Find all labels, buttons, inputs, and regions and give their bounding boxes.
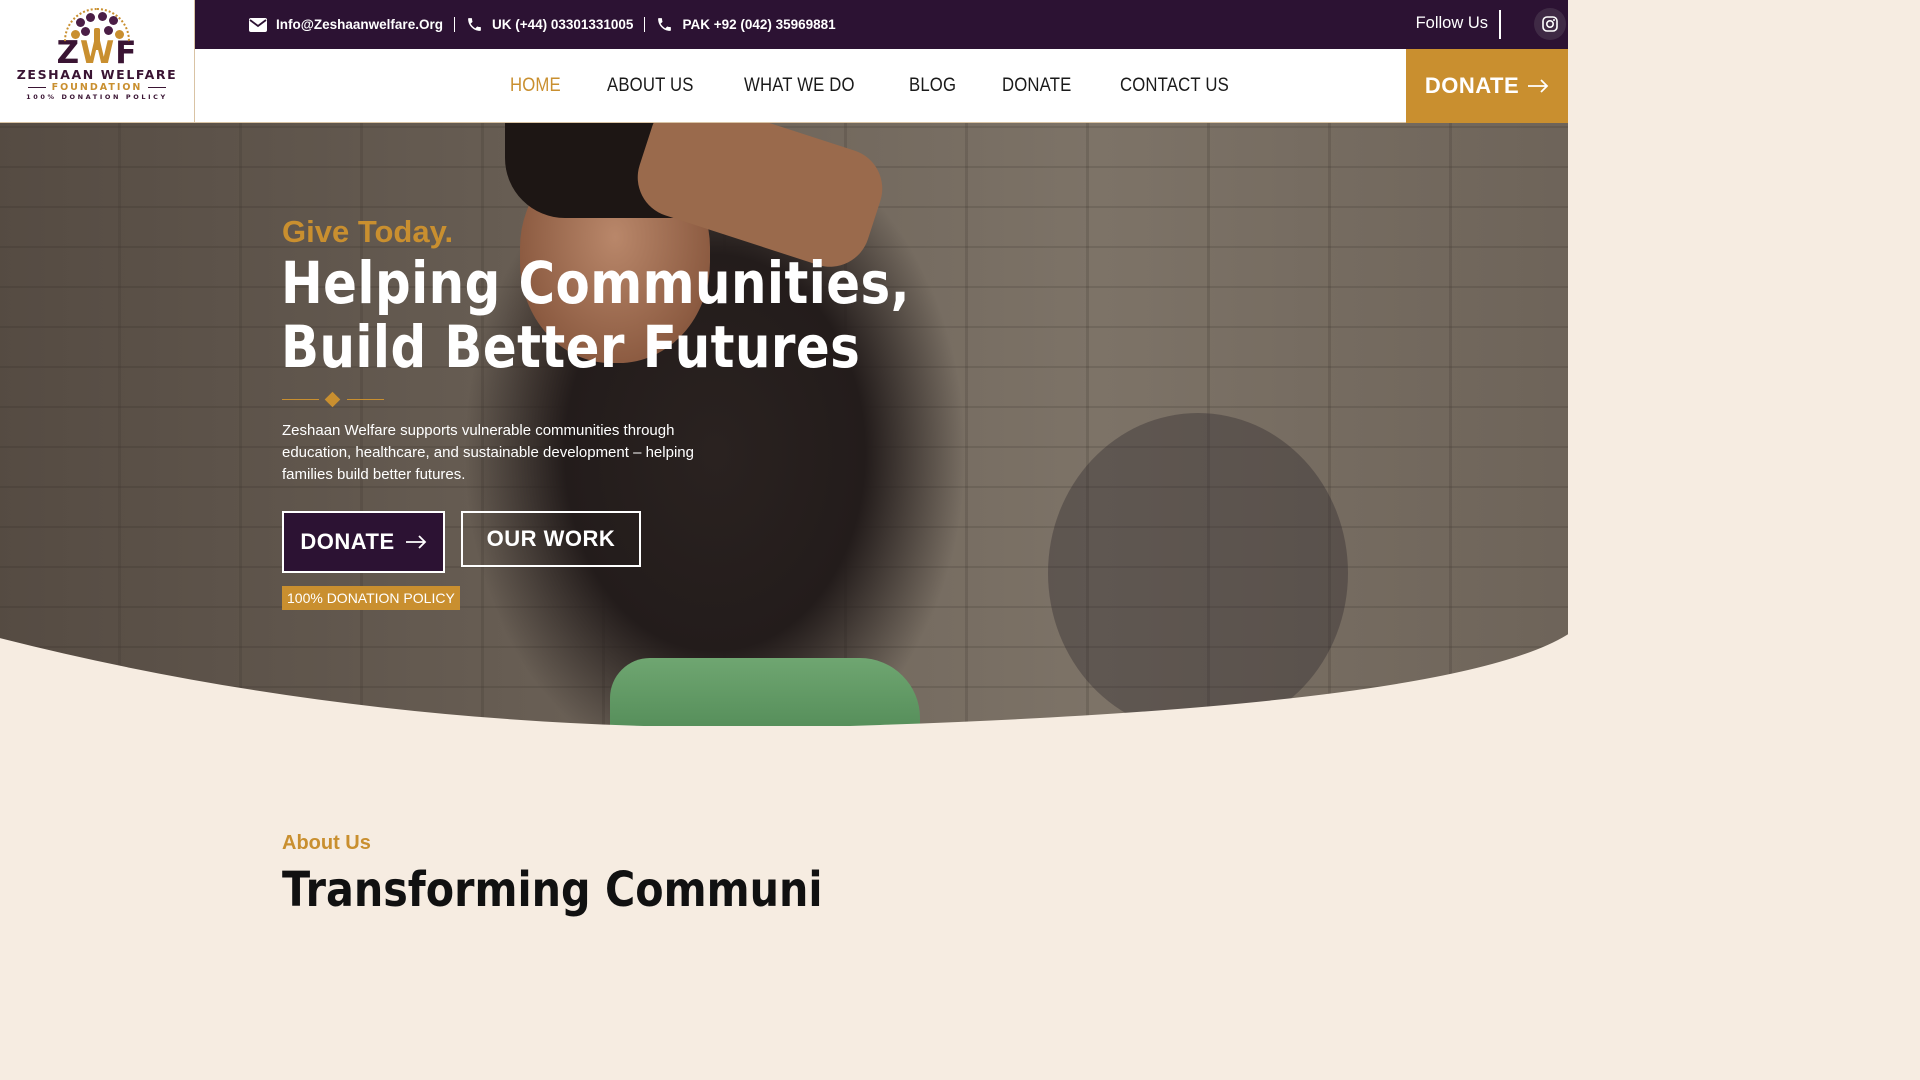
nav-item-donate[interactable]: DONATE <box>1002 75 1071 97</box>
about-label: About Us <box>282 832 371 854</box>
instagram-icon <box>1542 16 1558 32</box>
hero-curve <box>0 634 1568 726</box>
email-link[interactable]: Info@Zeshaanwelfare.Org <box>249 17 443 32</box>
tree-logo-icon <box>60 8 134 52</box>
divider <box>1499 10 1501 39</box>
header-donate-label: DONATE <box>1424 73 1520 98</box>
follow-us-label: Follow Us <box>1415 14 1488 32</box>
phone-pak-text: PAK +92 (042) 35969881 <box>682 17 836 32</box>
about-title: Transforming Communi <box>282 862 823 918</box>
envelope-icon <box>249 17 267 32</box>
divider <box>644 17 646 32</box>
diamond-icon <box>324 391 341 408</box>
phone-uk-text: UK (+44) 03301331005 <box>491 17 634 32</box>
instagram-button[interactable] <box>1534 8 1566 40</box>
nav-item-blog[interactable]: BLOG <box>909 75 956 97</box>
email-text: Info@Zeshaanwelfare.Org <box>276 17 443 32</box>
hero-headline: Helping Communities, Build Better Future… <box>281 251 910 379</box>
hero-donate-button[interactable]: DONATE <box>282 511 445 573</box>
our-work-button[interactable]: OUR WORK <box>461 511 641 567</box>
nav-item-what-we-do[interactable]: WHAT WE DO <box>744 75 855 97</box>
phone-icon <box>468 18 481 31</box>
nav-item-home[interactable]: HOME <box>510 75 561 97</box>
logo-name: ZESHAAN WELFARE <box>16 67 178 82</box>
nav-item-about-us[interactable]: ABOUT US <box>607 75 694 97</box>
hero-eyebrow: Give Today. <box>282 214 454 249</box>
phone-pak-link[interactable]: PAK +92 (042) 35969881 <box>656 16 836 33</box>
ornament-divider <box>282 391 384 409</box>
divider <box>453 17 455 32</box>
phone-icon <box>658 18 672 31</box>
nav-menu: HOME ABOUT US WHAT WE DO BLOG DONATE CON… <box>510 49 1243 123</box>
hero-description: Zeshaan Welfare supports vulnerable comm… <box>282 422 694 483</box>
hero-donate-label: DONATE <box>300 529 395 554</box>
top-bar: Info@Zeshaanwelfare.Org UK (+44) 0330133… <box>195 0 1568 49</box>
nav-item-contact-us[interactable]: CONTACT US <box>1120 75 1229 97</box>
arrow-right-icon <box>405 535 426 549</box>
arrow-right-icon <box>1528 79 1549 93</box>
main-navigation: HOME ABOUT US WHAT WE DO BLOG DONATE CON… <box>195 49 1568 123</box>
logo[interactable]: ZWF ZESHAAN WELFARE FOUNDATION 100% DONA… <box>0 0 195 123</box>
donation-policy-badge: 100% DONATION POLICY <box>282 586 460 610</box>
logo-policy: 100% DONATION POLICY <box>26 93 168 101</box>
headline-line-2: Build Better Futures <box>281 313 861 381</box>
headline-line-1: Helping Communities, <box>281 249 911 317</box>
logo-foundation: FOUNDATION <box>28 82 167 93</box>
header-donate-button[interactable]: DONATE <box>1406 49 1568 123</box>
hero-section: Give Today. Helping Communities, Build B… <box>0 123 1568 726</box>
phone-uk-link[interactable]: UK (+44) 03301331005 <box>466 16 633 33</box>
